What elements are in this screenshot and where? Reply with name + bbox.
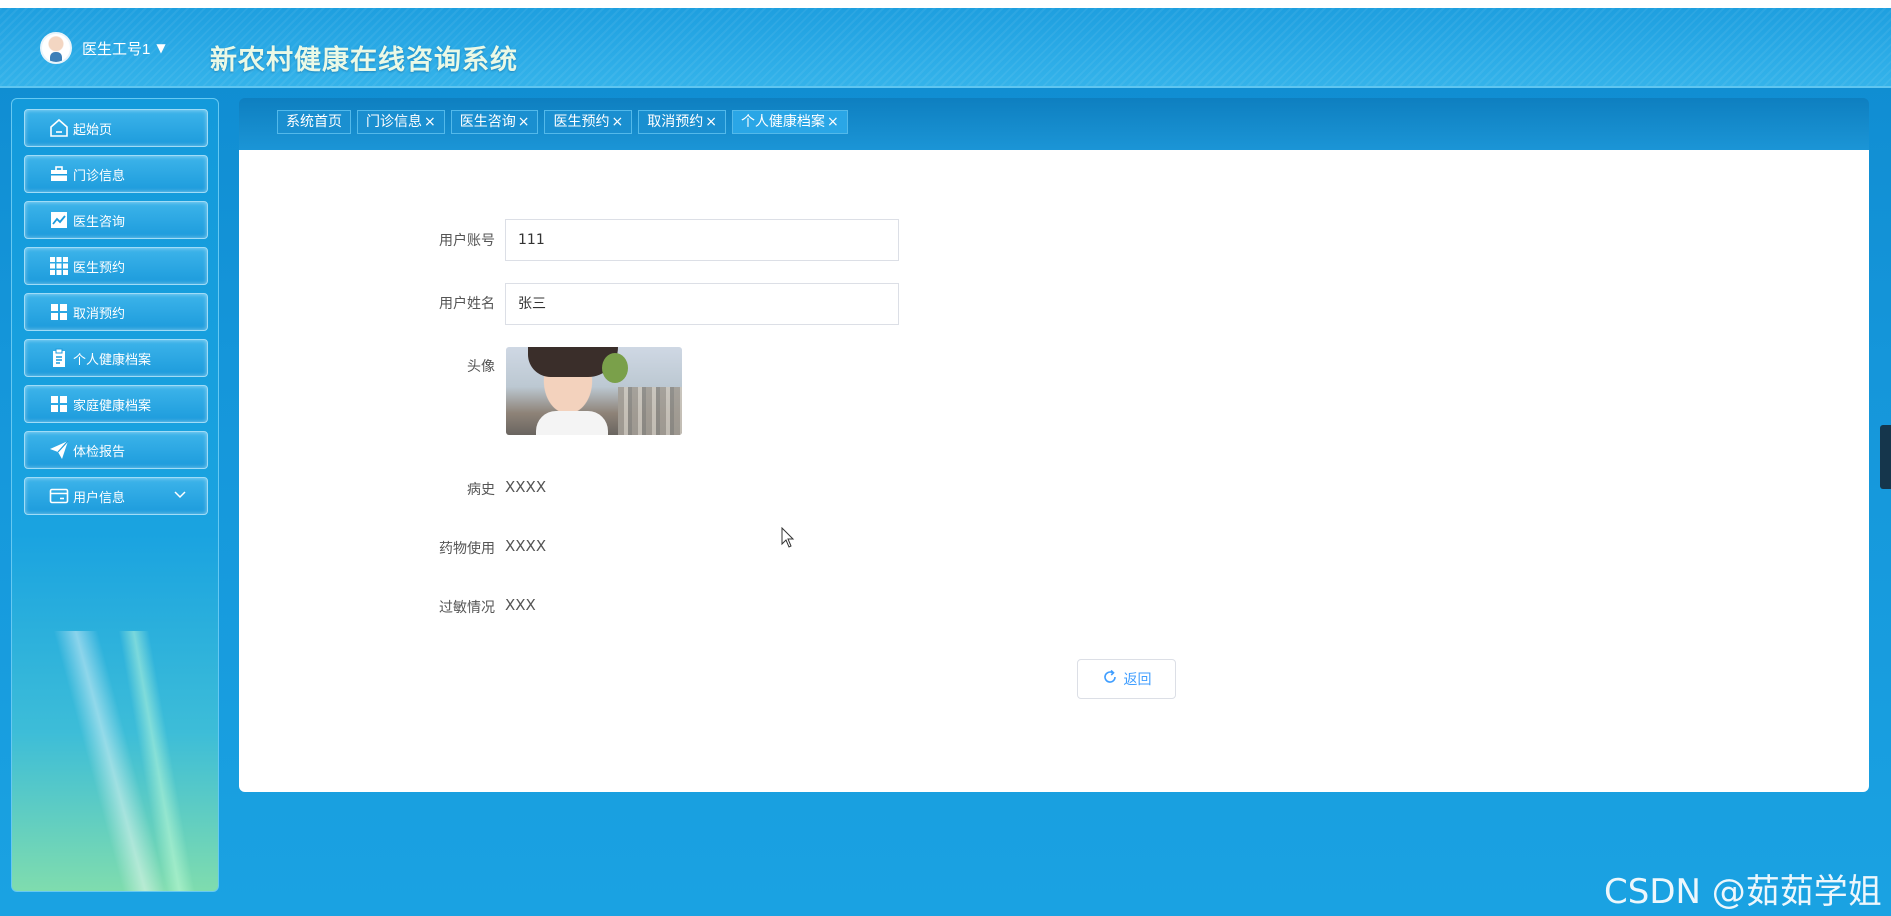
tab-list: 系统首页 门诊信息 × 医生咨询 × 医生预约 × 取消预约 × 个人健康档案 × <box>277 110 848 134</box>
apps-icon <box>49 302 69 322</box>
app-header: 医生工号1 ▼ 新农村健康在线咨询系统 <box>0 8 1891 88</box>
briefcase-icon <box>49 164 69 184</box>
tab-label: 系统首页 <box>286 114 342 130</box>
user-menu[interactable]: 医生工号1 ▼ <box>40 32 166 64</box>
sidebar-item-label: 体检报告 <box>73 444 126 460</box>
name-label: 用户姓名 <box>439 296 495 312</box>
close-icon[interactable]: × <box>827 114 839 130</box>
back-button[interactable]: 返回 <box>1077 659 1176 699</box>
sidebar-item-cancel-appointment[interactable]: 取消预约 <box>24 293 208 331</box>
refresh-icon <box>1102 669 1118 689</box>
chevron-down-icon <box>173 487 187 504</box>
sidebar-item-label: 取消预约 <box>73 306 126 322</box>
avatar-photo <box>506 347 682 435</box>
tab-system-home[interactable]: 系统首页 <box>277 110 351 134</box>
sidebar: 起始页 门诊信息 医生咨询 医生预约 取消预约 个人健康档案 家庭健康档案 体检… <box>11 98 219 892</box>
tab-personal-health-record[interactable]: 个人健康档案 × <box>731 110 848 134</box>
sidebar-item-doctor-consult[interactable]: 医生咨询 <box>24 201 208 239</box>
allergy-value: XXX <box>505 596 536 614</box>
close-icon[interactable]: × <box>518 114 530 130</box>
name-field[interactable]: 张三 <box>505 283 899 325</box>
account-label: 用户账号 <box>439 233 495 249</box>
scroll-handle[interactable] <box>1880 425 1891 489</box>
tab-doctor-appointment[interactable]: 医生预约 × <box>544 110 633 134</box>
user-name: 医生工号1 <box>82 40 151 58</box>
tab-label: 门诊信息 <box>366 114 422 130</box>
close-icon[interactable]: × <box>611 114 623 130</box>
apps-icon <box>49 394 69 414</box>
sidebar-item-home[interactable]: 起始页 <box>24 109 208 147</box>
sidebar-item-label: 医生预约 <box>73 260 126 276</box>
mouse-cursor-icon <box>781 527 795 548</box>
medication-value: XXXX <box>505 537 547 555</box>
sidebar-item-user-info[interactable]: 用户信息 <box>24 477 208 515</box>
tab-label: 医生预约 <box>553 114 610 130</box>
sidebar-item-label: 起始页 <box>73 122 113 138</box>
sidebar-item-label: 用户信息 <box>73 490 126 506</box>
tab-cancel-appointment[interactable]: 取消预约 × <box>638 110 726 134</box>
sidebar-item-label: 家庭健康档案 <box>73 398 152 414</box>
watermark: CSDN @茹茹学姐 <box>1604 872 1882 912</box>
grid-icon <box>49 256 69 276</box>
sidebar-item-label: 医生咨询 <box>73 214 126 230</box>
tab-label: 取消预约 <box>647 114 704 130</box>
medical-history-value: XXXX <box>505 478 547 496</box>
system-title: 新农村健康在线咨询系统 <box>210 45 518 76</box>
tab-label: 医生咨询 <box>459 114 516 130</box>
close-icon[interactable]: × <box>424 114 436 130</box>
sidebar-item-clinic-info[interactable]: 门诊信息 <box>24 155 208 193</box>
caret-down-icon: ▼ <box>156 41 166 55</box>
account-field[interactable]: 111 <box>505 219 899 261</box>
back-button-label: 返回 <box>1123 672 1152 688</box>
chart-icon <box>49 210 69 230</box>
sidebar-item-label: 个人健康档案 <box>73 352 152 368</box>
sidebar-item-family-health-record[interactable]: 家庭健康档案 <box>24 385 208 423</box>
top-strip <box>0 0 1891 8</box>
clipboard-icon <box>49 348 69 368</box>
tab-clinic-info[interactable]: 门诊信息 × <box>357 110 445 134</box>
home-icon <box>49 118 69 138</box>
user-avatar <box>40 32 72 64</box>
tab-label: 个人健康档案 <box>740 114 825 130</box>
allergy-label: 过敏情况 <box>439 600 495 616</box>
sidebar-item-label: 门诊信息 <box>73 168 126 184</box>
sidebar-item-personal-health-record[interactable]: 个人健康档案 <box>24 339 208 377</box>
medical-history-label: 病史 <box>467 482 495 498</box>
medication-label: 药物使用 <box>439 541 495 557</box>
avatar-label: 头像 <box>467 359 495 375</box>
card-icon <box>49 486 69 506</box>
sidebar-item-checkup-report[interactable]: 体检报告 <box>24 431 208 469</box>
tab-doctor-consult[interactable]: 医生咨询 × <box>450 110 539 134</box>
sidebar-item-doctor-appointment[interactable]: 医生预约 <box>24 247 208 285</box>
paper-plane-icon <box>49 440 69 460</box>
close-icon[interactable]: × <box>705 114 717 130</box>
tab-bar: 系统首页 门诊信息 × 医生咨询 × 医生预约 × 取消预约 × 个人健康档案 × <box>239 98 1869 150</box>
